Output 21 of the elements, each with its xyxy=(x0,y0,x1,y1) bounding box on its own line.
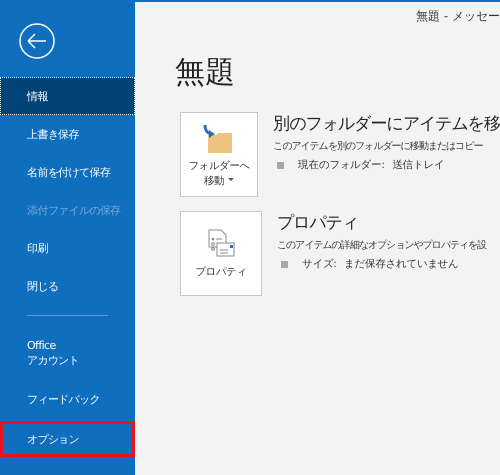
section-description: このアイテムの詳細なオプションやプロパティを設 xyxy=(277,238,486,252)
menu-item[interactable]: 情報 xyxy=(0,77,135,115)
detail-value: まだ保存されていません xyxy=(344,257,459,271)
menu-item[interactable]: 閉じる xyxy=(0,267,135,305)
back-icon[interactable] xyxy=(19,23,55,59)
menu-item[interactable]: 上書き保存 xyxy=(0,115,135,153)
detail-label: 現在のフォルダー: xyxy=(298,158,384,172)
menu-item[interactable]: 印刷 xyxy=(0,229,135,267)
window-title: 無題 - メッセー xyxy=(416,8,500,25)
section-description: このアイテムを別のフォルダーに移動またはコピー xyxy=(273,140,482,153)
menu-item[interactable]: フィードバック xyxy=(0,380,135,418)
menu-item[interactable]: オプション xyxy=(0,421,135,457)
menu-item[interactable]: 名前を付けて保存 xyxy=(0,153,135,191)
detail-value: 送信トレイ xyxy=(392,158,444,172)
detail-label: サイズ: xyxy=(302,257,336,271)
section-title: プロパティ xyxy=(277,212,358,235)
move-to-folder-button[interactable]: フォルダーへ 移動 xyxy=(180,112,258,197)
item-title: 無題 xyxy=(175,54,235,92)
properties-button[interactable]: プロパティ xyxy=(180,211,262,296)
section-title: 別のフォルダーにアイテムを移 xyxy=(273,113,500,136)
menu-item[interactable]: Office アカウント xyxy=(0,326,135,380)
